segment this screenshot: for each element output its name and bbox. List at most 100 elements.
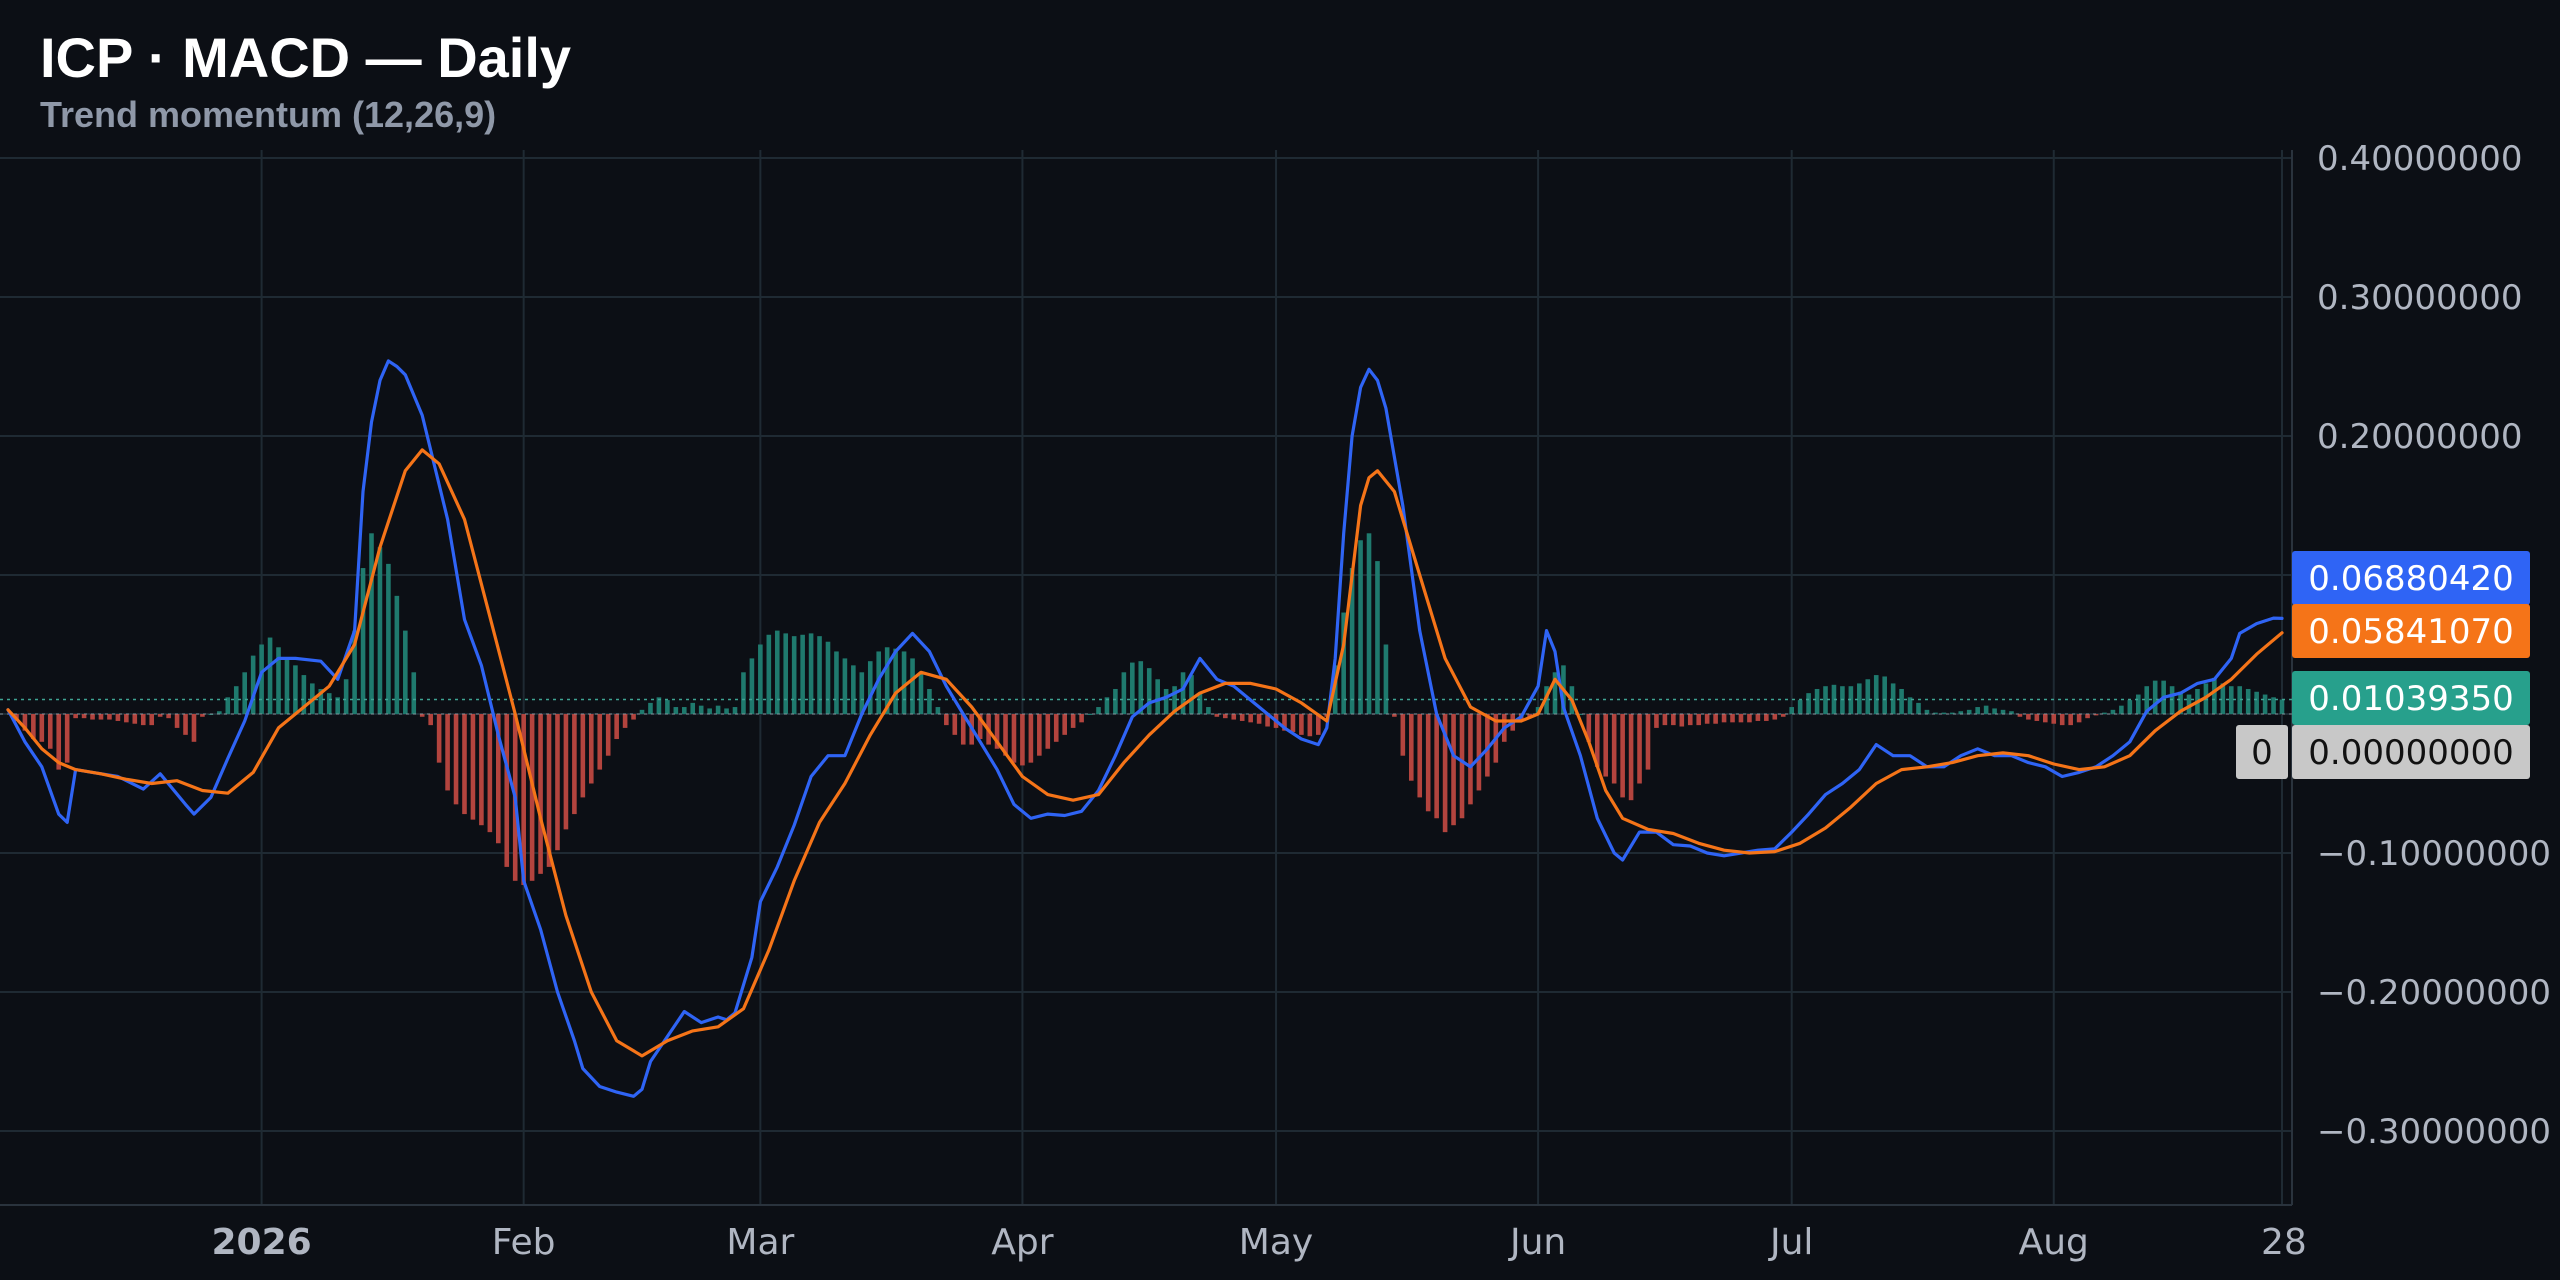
histogram-bar [1189, 675, 1194, 714]
histogram-bar [605, 714, 611, 756]
x-tick-label: Jun [1508, 1222, 1566, 1263]
value-badge-label: 0.00000000 [2308, 733, 2514, 773]
histogram-bar [766, 634, 772, 714]
histogram-bar [690, 702, 696, 714]
histogram-bar [698, 705, 704, 714]
x-tick-label: Jul [1768, 1222, 1813, 1263]
histogram-bar [191, 714, 197, 742]
histogram-bar [2059, 714, 2065, 726]
histogram-bar [1239, 714, 1245, 721]
histogram-bar [749, 658, 755, 714]
histogram-bar [1713, 714, 1718, 724]
histogram-bar [445, 714, 450, 791]
histogram-bar [1721, 714, 1727, 723]
histogram-bar [1747, 714, 1752, 723]
histogram-bar [462, 714, 467, 815]
histogram-bar [901, 651, 907, 714]
histogram-bar [386, 563, 391, 714]
histogram-bar [1916, 702, 1921, 714]
x-tick-label: 2026 [212, 1222, 312, 1263]
histogram-bar [1037, 714, 1042, 756]
lines [0, 359, 2292, 1098]
histogram-bar [952, 714, 958, 735]
histogram-bar [1637, 714, 1642, 784]
histogram-bar [1375, 561, 1380, 714]
histogram [14, 533, 2285, 885]
histogram-bar [783, 633, 789, 714]
histogram-bar [1654, 714, 1659, 728]
histogram-bar [394, 595, 400, 714]
histogram-bar [1197, 693, 1203, 714]
histogram-bar [1468, 714, 1473, 805]
histogram-bar [124, 714, 129, 723]
histogram-bar [597, 714, 603, 770]
histogram-bar [1231, 714, 1237, 720]
histogram-bar [1087, 714, 1093, 715]
histogram-bar [1780, 714, 1786, 717]
histogram-bar [1096, 707, 1101, 714]
histogram-bar [1772, 714, 1778, 720]
histogram-bar [64, 714, 70, 763]
histogram-bar [681, 707, 687, 714]
histogram-bar [808, 633, 814, 714]
histogram-bar [293, 665, 298, 714]
histogram-bar [1223, 714, 1228, 719]
histogram-bar [242, 672, 247, 714]
histogram-bar [2279, 699, 2285, 714]
histogram-bar [369, 533, 374, 714]
histogram-bar [1628, 714, 1634, 801]
histogram-bar [233, 686, 239, 714]
histogram-bar [360, 568, 366, 714]
histogram-bar [707, 708, 712, 714]
histogram-bar [1857, 683, 1862, 714]
x-tick-label: 28 [2261, 1222, 2307, 1263]
x-tick-label: Feb [492, 1222, 556, 1263]
histogram-bar [90, 714, 95, 720]
histogram-bar [842, 658, 848, 714]
price-badges: 0.06880420 0.05841070 0.01039350 0.00000000… [2236, 551, 2530, 779]
signal-line [6, 448, 2284, 1058]
histogram-bar [758, 644, 763, 714]
macd-chart: 0.40000000 0.30000000 0.20000000 −0.1000000… [0, 139, 2551, 1263]
histogram-bar [1476, 714, 1482, 791]
histogram-bar [436, 714, 442, 763]
histogram-bar [1704, 714, 1710, 724]
histogram-bar [1873, 675, 1879, 714]
y-tick-label: −0.20000000 [2317, 973, 2551, 1013]
histogram-bar [267, 637, 273, 714]
histogram-bar [1671, 714, 1676, 726]
histogram-bar [538, 714, 543, 874]
histogram-bar [39, 714, 45, 742]
y-tick-label: −0.10000000 [2317, 834, 2551, 874]
histogram-bar [910, 658, 915, 714]
histogram-bar [1434, 714, 1439, 819]
histogram-bar [1020, 714, 1025, 766]
histogram-bar [1163, 688, 1169, 714]
histogram-bar [1865, 679, 1871, 714]
histogram-bar [1248, 714, 1253, 723]
histogram-bar [73, 714, 78, 719]
histogram-bar [1459, 714, 1465, 819]
histogram-bar [614, 714, 619, 740]
histogram-bar [1755, 714, 1761, 721]
histogram-bar [580, 714, 586, 798]
histogram-bar [377, 547, 383, 714]
x-tick-label: May [1239, 1222, 1313, 1263]
histogram-bar [132, 714, 138, 724]
histogram-bar [98, 714, 104, 720]
histogram-bar [166, 714, 171, 719]
histogram-bar [1806, 693, 1811, 714]
y-tick-label: 0.20000000 [2317, 417, 2523, 457]
histogram-bar [2085, 714, 2090, 719]
histogram-bar [487, 714, 493, 833]
histogram-bar [851, 665, 856, 714]
histogram-bar [1451, 714, 1456, 826]
value-badge-label: 0.01039350 [2308, 679, 2514, 719]
histogram-bar [1983, 705, 1989, 714]
histogram-bar [183, 714, 188, 735]
histogram-bar [411, 672, 417, 714]
histogram-bar [284, 658, 290, 714]
histogram-bar [1256, 714, 1262, 724]
histogram-bar [47, 714, 53, 749]
histogram-bar [715, 705, 721, 714]
